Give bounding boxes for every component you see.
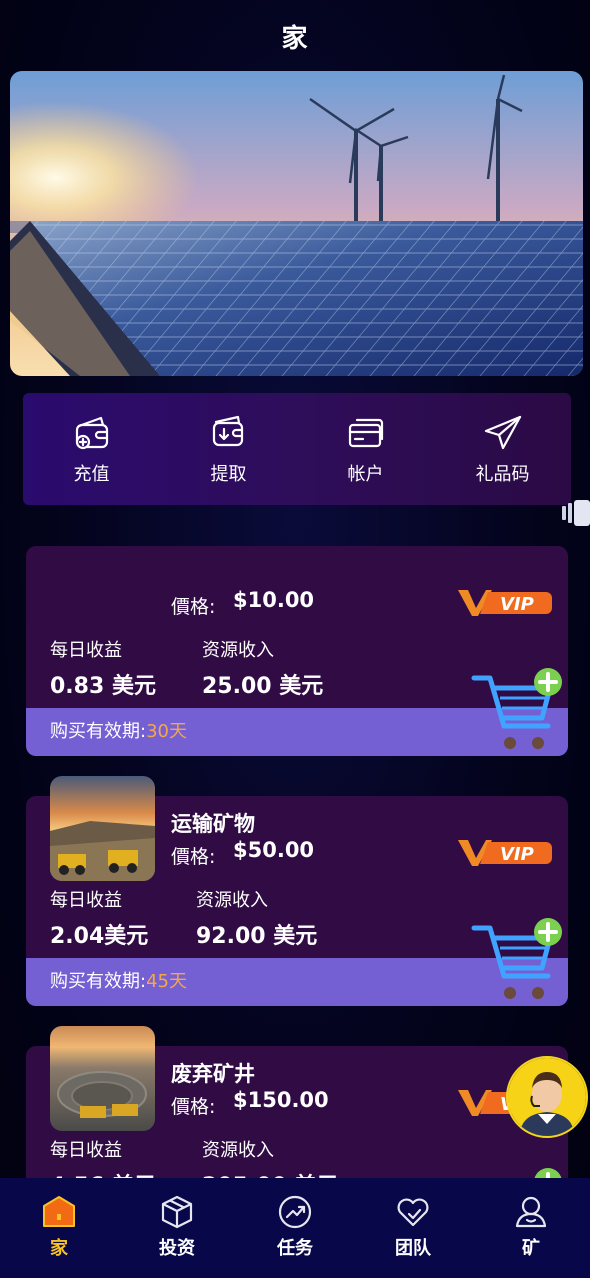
withdraw-button[interactable]: 提取 — [174, 412, 284, 486]
validity-days: 30天 — [146, 721, 187, 742]
add-to-cart-icon[interactable] — [468, 664, 564, 756]
card-icon — [348, 418, 383, 448]
price-label: 價格: — [171, 596, 216, 618]
paper-plane-icon — [484, 415, 521, 450]
nav-team-label: 团队 — [395, 1238, 431, 1259]
resource-income-label: 资源收入 — [202, 640, 274, 661]
add-to-cart-icon[interactable] — [468, 914, 564, 1006]
resource-income-label: 资源收入 — [202, 1140, 274, 1161]
validity-label: 购买有效期: — [50, 971, 147, 992]
product-thumbnail — [50, 776, 155, 881]
account-label: 帐户 — [347, 464, 384, 485]
price-label: 價格: — [171, 1096, 216, 1118]
recharge-button[interactable]: 充值 — [37, 412, 147, 486]
withdraw-icon — [212, 415, 243, 447]
wallet-add-icon — [75, 416, 108, 450]
product-title: 废弃矿井 — [171, 1062, 255, 1086]
vip-text: VIP — [500, 594, 534, 615]
price-label: 價格: — [171, 846, 216, 868]
user-icon — [515, 1196, 547, 1228]
product-card[interactable]: 價格: $10.00 VIP 每日收益 0.83 美元 资源收入 25.00 美… — [26, 546, 568, 756]
price-value: $10.00 — [233, 588, 315, 612]
resource-income-value: 25.00 美元 — [202, 674, 324, 699]
daily-income-label: 每日收益 — [50, 1140, 122, 1161]
home-icon — [43, 1196, 75, 1227]
resource-income-value: 92.00 美元 — [196, 924, 318, 949]
nav-mine[interactable]: 矿 — [476, 1178, 586, 1260]
product-title: 运输矿物 — [171, 812, 255, 836]
account-button[interactable]: 帐户 — [311, 412, 421, 486]
vip-text: VIP — [500, 844, 534, 865]
product-thumbnail — [50, 1026, 155, 1131]
nav-mine-label: 矿 — [522, 1238, 540, 1259]
daily-income-label: 每日收益 — [50, 640, 122, 661]
quick-actions-bar: 充值 提取 帐户 礼品码 — [23, 393, 571, 505]
price-value: $150.00 — [233, 1088, 329, 1112]
vip-badge: VIP — [458, 838, 553, 868]
nav-invest[interactable]: 投资 — [122, 1178, 232, 1260]
nav-team[interactable]: 团队 — [358, 1178, 468, 1260]
daily-income-value: 2.04美元 — [50, 924, 149, 949]
nav-tasks[interactable]: 任务 — [240, 1178, 350, 1260]
gift-code-button[interactable]: 礼品码 — [448, 412, 558, 486]
withdraw-label: 提取 — [210, 464, 247, 485]
trend-icon — [278, 1195, 312, 1229]
hero-banner-image — [10, 71, 583, 376]
gift-code-label: 礼品码 — [475, 464, 530, 485]
validity-label: 购买有效期: — [50, 721, 147, 742]
nav-tasks-label: 任务 — [277, 1238, 313, 1259]
heart-hands-icon — [397, 1198, 429, 1227]
nav-home-label: 家 — [50, 1238, 68, 1259]
nav-invest-label: 投资 — [159, 1238, 195, 1259]
vip-badge: VIP — [458, 588, 553, 618]
recharge-label: 充值 — [73, 464, 110, 485]
daily-income-value: 0.83 美元 — [50, 674, 156, 699]
customer-service-avatar[interactable] — [506, 1056, 588, 1138]
side-handle-icon[interactable] — [558, 498, 590, 528]
nav-home[interactable]: 家 — [4, 1178, 114, 1260]
cube-icon — [161, 1195, 193, 1229]
bottom-navigation: 家 投资 任务 团队 矿 — [0, 1178, 590, 1278]
daily-income-label: 每日收益 — [50, 890, 122, 911]
price-value: $50.00 — [233, 838, 315, 862]
page-title: 家 — [281, 24, 309, 54]
resource-income-label: 资源收入 — [196, 890, 268, 911]
validity-days: 45天 — [146, 971, 187, 992]
